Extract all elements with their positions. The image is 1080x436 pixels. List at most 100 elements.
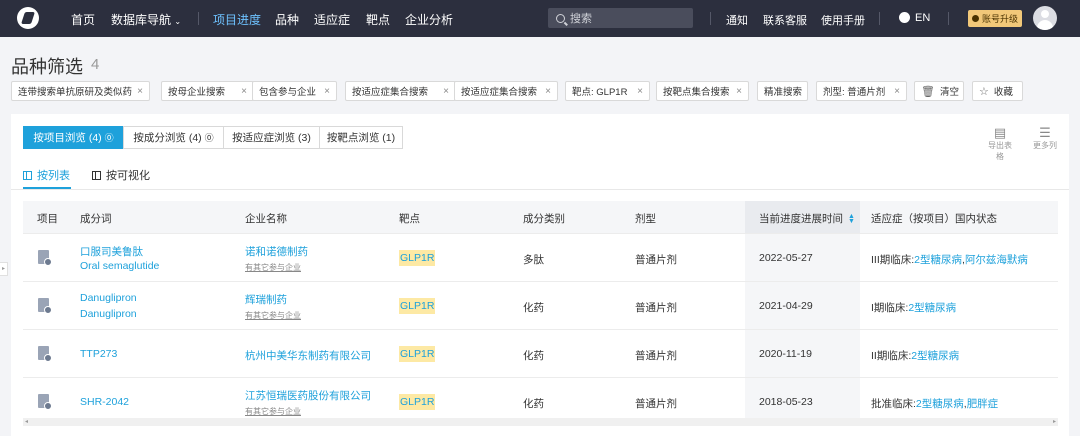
upgrade-button[interactable]: 账号升级 — [968, 10, 1022, 27]
close-icon[interactable]: × — [324, 86, 330, 97]
support-link[interactable]: 联系客服 — [763, 12, 807, 28]
nav-database[interactable]: 数据库导航 ⌄ — [111, 11, 181, 28]
trash-icon: 🗑 — [921, 85, 935, 98]
document-icon[interactable] — [38, 298, 52, 314]
document-icon[interactable] — [38, 394, 52, 410]
tab-visual-view[interactable]: 按可视化 — [92, 167, 150, 183]
indication-link[interactable]: 肥胖症 — [967, 398, 999, 410]
language-toggle[interactable]: EN — [915, 12, 930, 24]
notify-link[interactable]: 通知 — [726, 12, 748, 28]
indication-cell: I期临床:2型糖尿病 — [871, 300, 956, 315]
more-columns-button[interactable]: ☰ 更多列 — [1030, 126, 1060, 151]
indication-link[interactable]: 2型糖尿病 — [911, 350, 959, 362]
filter-chip[interactable]: 按靶点集合搜索 × — [656, 81, 749, 101]
other-companies-link[interactable]: 有其它参与企业 — [245, 262, 301, 273]
nav-project-progress[interactable]: 项目进度 — [213, 11, 261, 28]
nav-database-label: 数据库导航 — [111, 13, 172, 27]
filter-chip[interactable]: 按母企业搜索 × — [161, 81, 254, 101]
target-tag[interactable]: GLP1R — [399, 346, 436, 362]
badge-icon — [971, 15, 979, 22]
ingredient-cn[interactable]: Danuglipron — [80, 292, 137, 304]
nav-home[interactable]: 首页 — [71, 11, 95, 28]
col-date[interactable]: 当前进度进展时间 ▲ ▼ — [745, 201, 860, 233]
indication-link[interactable]: 2型糖尿病 — [908, 302, 956, 314]
filter-chip[interactable]: 靶点: GLP1R × — [565, 81, 650, 101]
sort-icon[interactable]: ▲ ▼ — [848, 213, 855, 225]
document-icon[interactable] — [38, 250, 52, 266]
target-tag[interactable]: GLP1R — [399, 250, 436, 266]
close-icon[interactable]: × — [241, 86, 247, 97]
target-tag[interactable]: GLP1R — [399, 394, 436, 410]
favorite-label: 收藏 — [993, 87, 1013, 98]
other-companies-link[interactable]: 有其它参与企业 — [245, 310, 301, 321]
date-cell: 2020-11-19 — [759, 348, 812, 360]
close-icon[interactable]: × — [545, 86, 551, 97]
search-input[interactable]: 搜索 — [548, 8, 693, 28]
scroll-left-icon[interactable]: ◂ — [25, 418, 28, 426]
table-row[interactable]: Danuglipron Danuglipron 辉瑞制药 有其它参与企业 GLP… — [23, 281, 1058, 329]
ingredient-cn[interactable]: TTP273 — [80, 348, 117, 360]
favorite-button[interactable]: ☆ 收藏 — [972, 81, 1023, 101]
col-date-label: 当前进度进展时间 — [759, 213, 843, 225]
other-companies-link[interactable]: 有其它参与企业 — [245, 406, 301, 417]
ingredient-cn[interactable]: 口服司美鲁肽 — [80, 244, 143, 259]
filter-chip-label: 精准搜索 — [764, 87, 803, 98]
nav-indication[interactable]: 适应症 — [314, 11, 350, 28]
close-icon[interactable]: × — [894, 86, 900, 97]
filter-chip[interactable]: 按适应症集合搜索 × — [454, 81, 558, 101]
indication-link[interactable]: 2型糖尿病 — [916, 398, 964, 410]
ingredient-en[interactable]: Danuglipron — [80, 308, 137, 320]
filter-chip-label: 按适应症集合搜索 — [352, 87, 429, 98]
date-cell: 2018-05-23 — [759, 396, 813, 408]
export-button[interactable]: ▤ 导出表格 — [985, 126, 1015, 162]
filter-chip[interactable]: 精准搜索 — [757, 81, 808, 101]
indication-link[interactable]: 阿尔兹海默病 — [965, 254, 1028, 266]
table-header: 项目 成分词 企业名称 靶点 成分类别 剂型 当前进度进展时间 ▲ ▼ 适应症（按项… — [23, 201, 1058, 233]
ingredient-cn[interactable]: SHR-2042 — [80, 396, 129, 408]
star-icon: ☆ — [979, 85, 989, 98]
horizontal-scrollbar[interactable]: ◂ ▸ — [23, 418, 1058, 426]
nav-company-analysis[interactable]: 企业分析 — [405, 11, 453, 28]
company-name[interactable]: 诺和诺德制药 — [245, 244, 308, 259]
brand-logo[interactable] — [17, 7, 39, 29]
scroll-right-icon[interactable]: ▸ — [1053, 418, 1056, 426]
table-row[interactable]: 口服司美鲁肽 Oral semaglutide 诺和诺德制药 有其它参与企业 G… — [23, 233, 1058, 281]
col-target: 靶点 — [399, 213, 420, 225]
filter-chip[interactable]: 按适应症集合搜索 × — [345, 81, 456, 101]
company-name[interactable]: 辉瑞制药 — [245, 292, 287, 307]
filter-chip[interactable]: 剂型: 普通片剂 × — [816, 81, 907, 101]
phase-label: II期临床: — [871, 350, 912, 362]
close-icon[interactable]: × — [637, 86, 643, 97]
company-name[interactable]: 江苏恒瑞医药股份有限公司 — [245, 388, 371, 403]
tab-by-ingredient[interactable]: 按成分浏览 (4) ⓪ — [123, 126, 224, 149]
subtab-label: 按列表 — [37, 170, 70, 182]
globe-icon[interactable] — [899, 12, 910, 23]
nav-variety[interactable]: 品种 — [275, 11, 299, 28]
tab-list-view[interactable]: 按列表 — [23, 167, 70, 183]
clear-button[interactable]: 🗑 清空 — [914, 81, 964, 101]
search-placeholder: 搜索 — [570, 13, 592, 25]
company-name[interactable]: 杭州中美华东制药有限公司 — [245, 348, 371, 363]
ingredient-en[interactable]: Oral semaglutide — [80, 260, 159, 272]
divider — [198, 12, 199, 25]
close-icon[interactable]: × — [137, 86, 143, 97]
avatar[interactable] — [1033, 6, 1057, 30]
col-category: 成分类别 — [523, 213, 565, 225]
table-row[interactable]: TTP273 杭州中美华东制药有限公司 GLP1R 化药 普通片剂 2020-1… — [23, 329, 1058, 377]
close-icon[interactable]: × — [736, 86, 742, 97]
tab-by-target[interactable]: 按靶点浏览 (1) — [319, 126, 403, 149]
document-icon[interactable] — [38, 346, 52, 362]
filter-chip-label: 按适应症集合搜索 — [461, 87, 538, 98]
nav-target[interactable]: 靶点 — [366, 11, 390, 28]
indication-link[interactable]: 2型糖尿病 — [914, 254, 962, 266]
target-tag[interactable]: GLP1R — [399, 298, 436, 314]
filter-chip[interactable]: 连带搜索单抗原研及类似药 × — [11, 81, 150, 101]
category-cell: 多肽 — [523, 254, 544, 266]
close-icon[interactable]: × — [443, 86, 449, 97]
tab-by-project[interactable]: 按项目浏览 (4) ⓪ — [23, 126, 124, 149]
sidebar-expand-handle[interactable]: ▸ — [0, 262, 8, 276]
category-cell: 化药 — [523, 350, 544, 362]
manual-link[interactable]: 使用手册 — [821, 12, 865, 28]
filter-chip[interactable]: 包含参与企业 × — [252, 81, 337, 101]
tab-by-indication[interactable]: 按适应症浏览 (3) — [223, 126, 320, 149]
